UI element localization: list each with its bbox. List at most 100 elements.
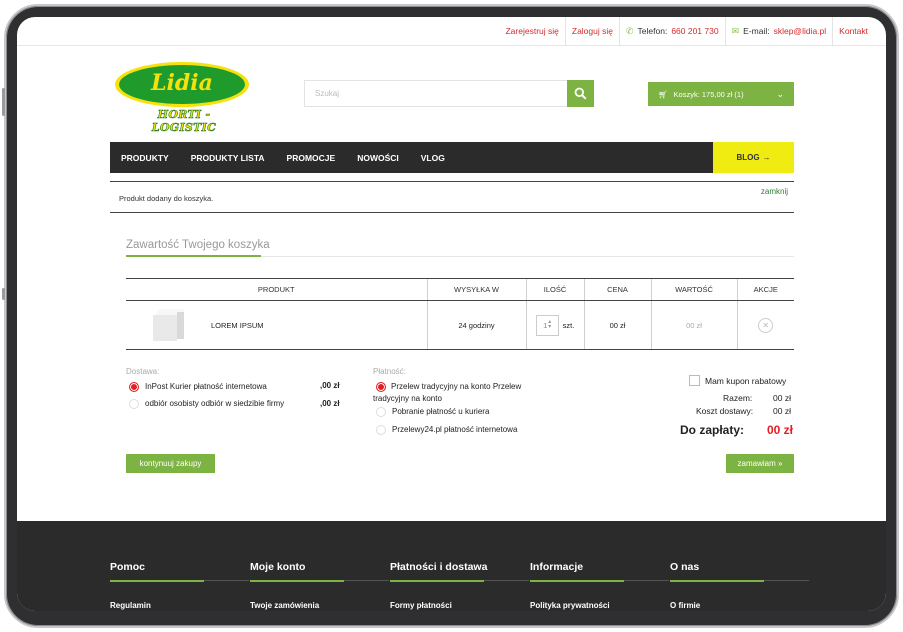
topay-label: Do zapłaty: [680,423,745,437]
payment-option-cod[interactable]: Pobranie płatność u kuriera [392,406,489,418]
notice-bar: Produkt dodany do koszyka. zamknij [110,181,794,213]
quantity-unit: szt. [562,320,575,330]
col-header-value: WARTOŚĆ [650,278,737,301]
footer-col-platnosci: Płatności i dostawa Formy płatności [390,561,529,610]
cart-icon: 🛒︎ [658,89,668,99]
email-label: E-mail: [743,26,770,36]
footer-col-pomoc: Pomoc Regulamin [110,561,249,610]
arrow-right-icon: → [762,153,771,162]
footer-divider [344,580,389,581]
notice-message: Produkt dodany do koszyka. [119,194,214,203]
contact-link[interactable]: Kontakt [839,26,868,36]
cart-button[interactable]: 🛒︎ Koszyk: 175,00 zł (1) ⌄ [648,82,794,106]
remove-item-button[interactable]: ✕ [758,317,774,333]
footer-title: Płatności i dostawa [390,561,488,573]
footer-accent [250,580,344,582]
delivery-option-inpost[interactable]: InPost Kurier płatność internetowa [145,381,305,393]
product-image[interactable] [153,309,186,341]
footer-link[interactable]: Twoje zamówienia [250,601,319,610]
tablet-side-button [2,88,5,116]
footer-title: O nas [670,561,700,573]
continue-shopping-button[interactable]: kontynuuj zakupy [126,454,215,473]
footer-col-o-nas: O nas O firmie [670,561,809,610]
payment-label: Płatność: [373,367,406,376]
footer-accent [670,580,764,582]
nav-item-produkty-lista[interactable]: PRODUKTY LISTA [180,153,276,163]
delivery-radio-inpost[interactable] [129,382,139,392]
delivery-price-inpost: ,00 zł [320,381,340,390]
phone-icon: ✆ [625,25,634,36]
footer-link[interactable]: Polityka prywatności [530,601,610,610]
quantity-value: 1 [543,320,548,330]
total-label: Razem: [723,393,753,403]
chevron-down-icon: ⌄ [776,88,784,99]
main-nav: PRODUKTY PRODUKTY LISTA PROMOCJE NOWOŚCI… [110,142,794,173]
register-link[interactable]: Zarejestruj się [505,26,558,36]
blog-label: BLOG [736,153,760,162]
login-link[interactable]: Zaloguj się [572,26,613,36]
footer: Pomoc Regulamin Moje konto Twoje zamówie… [17,521,886,611]
footer-link[interactable]: Regulamin [110,601,151,610]
mail-icon: ✉ [731,25,740,36]
cart-table: PRODUKT WYSYŁKA W ILOŚĆ CENA WARTOŚĆ AKC… [126,278,794,350]
actions-cell: ✕ [736,300,794,350]
cart-label: Koszyk: 175,00 zł (1) [673,89,744,99]
tablet-side-button [2,288,5,300]
phone-label: Telefon: [637,26,668,36]
spinner-icon[interactable]: ▴ ▾ [548,319,551,330]
col-header-price: CENA [583,278,651,301]
col-header-product: PRODUKT [126,278,427,301]
email-value[interactable]: sklep@lidia.pl [774,26,827,36]
footer-divider [484,580,529,581]
shipping-cell: 24 godziny [426,300,526,350]
search-icon [574,87,587,100]
total-value: 00 zł [773,393,791,403]
footer-title: Informacje [530,561,584,573]
col-header-qty: ILOŚĆ [525,278,584,301]
notice-close-link[interactable]: zamknij [761,187,788,196]
col-header-shipping: WYSYŁKA W [426,278,526,301]
value-cell: 00 zł [650,300,737,350]
top-divider [17,45,886,46]
delivery-price-pickup: ,00 zł [320,399,340,408]
footer-link[interactable]: Formy płatności [390,601,452,610]
col-header-actions: AKCJE [736,278,794,301]
footer-accent [390,580,484,582]
search-input[interactable]: Szukaj [304,80,568,107]
blog-button[interactable]: BLOG → [713,142,794,173]
nav-item-vlog[interactable]: VLOG [410,153,456,163]
phone-value[interactable]: 660 201 730 [671,26,718,36]
product-name[interactable]: LOREM IPSUM [211,321,264,330]
payment-radio-p24[interactable] [376,425,386,435]
payment-radio-cod[interactable] [376,407,386,417]
logo-subtitle: HORTI - LOGISTIC [151,108,217,135]
payment-option-transfer[interactable]: Przelew tradycyjny na konto Przelew trad… [373,381,551,405]
table-row: LOREM IPSUM 24 godziny 1 ▴ ▾ szt. 00 zł 0… [126,300,794,350]
nav-item-produkty[interactable]: PRODUKTY [110,153,180,163]
search-button[interactable] [567,80,594,107]
price-cell: 00 zł [583,300,651,350]
coupon-label[interactable]: Mam kupon rabatowy [705,376,786,386]
topay-value: 00 zł [767,423,794,437]
product-cell: LOREM IPSUM [126,300,427,350]
footer-accent [530,580,624,582]
logo-name: Lidia [151,70,213,96]
screen: Zarejestruj się Zaloguj się ✆ Telefon: 6… [17,17,886,611]
quantity-stepper[interactable]: 1 ▴ ▾ [535,314,559,336]
footer-title: Moje konto [250,561,306,573]
coupon-checkbox[interactable] [689,375,700,386]
nav-item-promocje[interactable]: PROMOCJE [276,153,347,163]
payment-option-p24[interactable]: Przelewy24.pl płatność internetowa [392,424,517,436]
shipping-cost-value: 00 zł [773,406,791,416]
footer-accent [110,580,204,582]
page-title: Zawartość Twojego koszyka [126,239,270,251]
logo[interactable]: Lidia HORTI - LOGISTIC [115,62,251,134]
top-bar: Zarejestruj się Zaloguj się ✆ Telefon: 6… [499,17,886,45]
footer-link[interactable]: O firmie [670,601,700,610]
footer-divider [624,580,669,581]
footer-col-moje-konto: Moje konto Twoje zamówienia [250,561,389,610]
nav-item-nowosci[interactable]: NOWOŚCI [346,153,410,163]
footer-divider [764,580,809,581]
place-order-button[interactable]: zamawiam » [726,454,794,473]
delivery-option-pickup[interactable]: odbiór osobisty odbiór w siedzibie firmy [126,398,296,410]
